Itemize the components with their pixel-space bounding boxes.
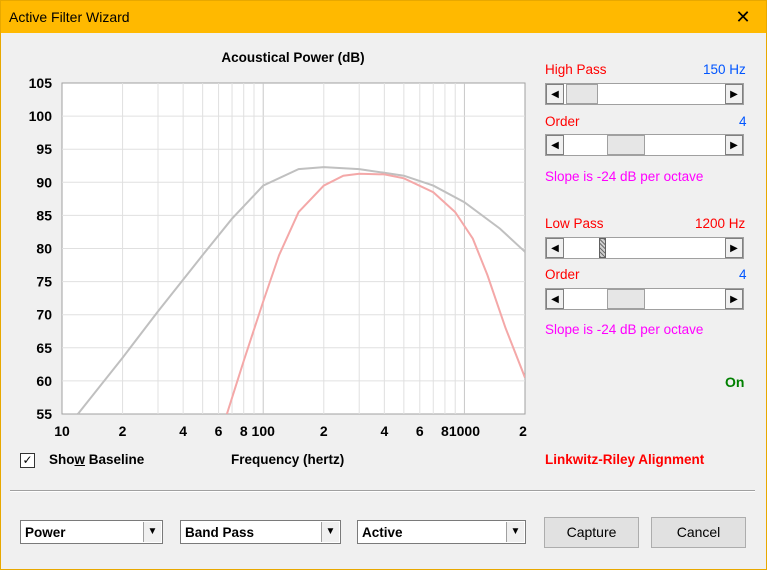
- x-tick-label: 100: [252, 423, 276, 439]
- show-baseline-text-a: Sho: [49, 452, 75, 467]
- show-baseline-text-b: Baseline: [85, 452, 145, 467]
- low-pass-order-label: Order: [545, 267, 580, 282]
- low-pass-slider[interactable]: ◀ ▶: [545, 237, 744, 259]
- scroll-right-icon[interactable]: ▶: [725, 84, 743, 104]
- cancel-button[interactable]: Cancel: [651, 517, 746, 548]
- low-pass-value: 1200 Hz: [695, 216, 746, 231]
- x-tick-label: 4: [380, 423, 388, 439]
- chevron-down-icon[interactable]: ▼: [143, 522, 161, 542]
- high-pass-order-slider[interactable]: ◀ ▶: [545, 134, 744, 156]
- scroll-right-icon[interactable]: ▶: [725, 135, 743, 155]
- scroll-left-icon[interactable]: ◀: [546, 238, 564, 258]
- x-tick-label: 2: [519, 423, 527, 439]
- filter-type-dropdown-value: Band Pass: [185, 525, 255, 540]
- low-pass-slider-thumb[interactable]: [599, 238, 606, 258]
- y-tick-label: 65: [36, 340, 52, 356]
- y-tick-label: 60: [36, 373, 52, 389]
- chevron-down-icon[interactable]: ▼: [506, 522, 524, 542]
- low-pass-order-thumb[interactable]: [607, 289, 645, 309]
- scroll-right-icon[interactable]: ▶: [725, 238, 743, 258]
- x-tick-label: 1000: [449, 423, 480, 439]
- high-pass-order-thumb[interactable]: [607, 135, 645, 155]
- scroll-left-icon[interactable]: ◀: [546, 289, 564, 309]
- chevron-down-icon[interactable]: ▼: [321, 522, 339, 542]
- filter-mode-dropdown-value: Active: [362, 525, 403, 540]
- capture-button[interactable]: Capture: [544, 517, 639, 548]
- high-pass-slider[interactable]: ◀ ▶: [545, 83, 744, 105]
- high-pass-slider-thumb[interactable]: [566, 84, 598, 104]
- high-pass-value: 150 Hz: [703, 62, 746, 77]
- low-pass-label: Low Pass: [545, 216, 604, 231]
- y-tick-label: 75: [36, 274, 52, 290]
- x-tick-label: 6: [215, 423, 223, 439]
- scroll-left-icon[interactable]: ◀: [546, 135, 564, 155]
- high-pass-order-label: Order: [545, 114, 580, 129]
- x-tick-label: 2: [320, 423, 328, 439]
- x-tick-label: 2: [119, 423, 127, 439]
- y-tick-label: 90: [36, 174, 52, 190]
- x-tick-label: 6: [416, 423, 424, 439]
- y-tick-label: 80: [36, 241, 52, 257]
- alignment-label: Linkwitz-Riley Alignment: [545, 452, 705, 467]
- filter-type-dropdown[interactable]: Band Pass ▼: [180, 520, 341, 544]
- filter-mode-dropdown[interactable]: Active ▼: [357, 520, 526, 544]
- high-pass-slope-text: Slope is -24 dB per octave: [545, 169, 704, 184]
- y-tick-label: 105: [29, 75, 53, 91]
- x-tick-label: 10: [54, 423, 70, 439]
- show-baseline-mnemonic: w: [74, 452, 86, 467]
- x-tick-label: 4: [179, 423, 187, 439]
- measure-dropdown[interactable]: Power ▼: [20, 520, 163, 544]
- status-indicator: On: [725, 374, 745, 390]
- y-tick-label: 55: [36, 406, 52, 422]
- separator: [10, 490, 755, 492]
- measure-dropdown-value: Power: [25, 525, 66, 540]
- y-tick-label: 85: [36, 207, 52, 223]
- low-pass-order-slider[interactable]: ◀ ▶: [545, 288, 744, 310]
- low-pass-order-value: 4: [739, 267, 747, 282]
- scroll-right-icon[interactable]: ▶: [725, 289, 743, 309]
- x-tick-label: 8: [441, 423, 449, 439]
- x-tick-label: 8: [240, 423, 248, 439]
- show-baseline-checkbox[interactable]: ✓: [20, 453, 35, 468]
- y-tick-label: 95: [36, 141, 52, 157]
- scroll-left-icon[interactable]: ◀: [546, 84, 564, 104]
- high-pass-order-value: 4: [739, 114, 747, 129]
- y-tick-label: 70: [36, 307, 52, 323]
- show-baseline-label[interactable]: Show Baseline: [49, 452, 144, 467]
- x-axis-label: Frequency (hertz): [231, 452, 345, 467]
- low-pass-slope-text: Slope is -24 dB per octave: [545, 322, 704, 337]
- high-pass-label: High Pass: [545, 62, 607, 77]
- y-tick-label: 100: [29, 108, 53, 124]
